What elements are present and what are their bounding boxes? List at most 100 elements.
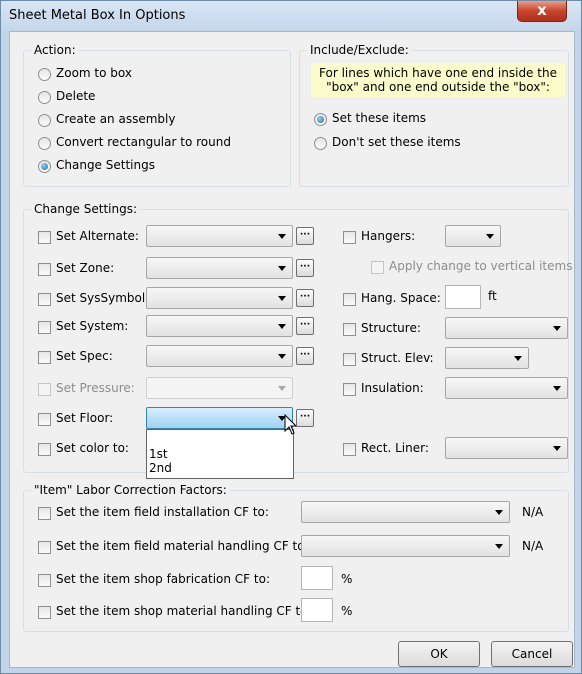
insulation-combo[interactable]: [445, 377, 568, 399]
set-zone-label: Set Zone:: [56, 261, 115, 275]
rect-liner-checkbox[interactable]: [343, 443, 356, 456]
chevron-down-icon: [278, 386, 286, 391]
set-color-checkbox[interactable]: [38, 443, 51, 456]
floor-ellipsis-button[interactable]: ···: [296, 409, 314, 427]
hang-space-label: Hang. Space:: [361, 291, 441, 305]
dont-set-items-label: Don't set these items: [332, 135, 461, 149]
field-material-checkbox[interactable]: [38, 541, 51, 554]
title-bar[interactable]: Sheet Metal Box In Options x: [1, 1, 581, 31]
shop-fabrication-label: Set the item shop fabrication CF to:: [56, 572, 270, 586]
syssymbol-ellipsis-button[interactable]: ···: [296, 289, 314, 307]
chevron-down-icon: [553, 386, 561, 391]
set-color-label: Set color to:: [56, 441, 129, 455]
spec-combo[interactable]: [146, 345, 293, 367]
structure-checkbox[interactable]: [343, 323, 356, 336]
apply-vertical-label: Apply change to vertical items: [389, 259, 573, 273]
field-installation-combo[interactable]: [301, 501, 510, 523]
set-zone-checkbox[interactable]: [38, 263, 51, 276]
pressure-combo: [146, 377, 293, 399]
hangers-label: Hangers:: [361, 229, 416, 243]
chevron-down-icon: [553, 326, 561, 331]
zone-combo[interactable]: [146, 257, 293, 279]
set-syssymbol-label: Set SysSymbol:: [56, 291, 150, 305]
floor-combo[interactable]: [146, 407, 293, 429]
system-ellipsis-button[interactable]: ···: [296, 317, 314, 335]
structure-label: Structure:: [361, 321, 421, 335]
delete-label: Delete: [56, 89, 96, 103]
set-system-label: Set System:: [56, 319, 129, 333]
zoom-radio[interactable]: [38, 68, 51, 81]
insulation-label: Insulation:: [361, 381, 424, 395]
dont-set-items-radio[interactable]: [314, 137, 327, 150]
set-alternate-checkbox[interactable]: [38, 231, 51, 244]
convert-radio[interactable]: [38, 137, 51, 150]
chevron-down-icon: [553, 446, 561, 451]
zone-ellipsis-button[interactable]: ···: [296, 259, 314, 277]
chevron-down-icon: [514, 356, 522, 361]
shop-material-label: Set the item shop material handling CF t…: [56, 604, 312, 618]
assembly-label: Create an assembly: [56, 112, 176, 126]
include-exclude-label: Include/Exclude:: [307, 43, 412, 57]
floor-option-1st[interactable]: 1st: [147, 447, 293, 461]
ok-button[interactable]: OK: [398, 641, 480, 667]
set-pressure-label: Set Pressure:: [56, 381, 135, 395]
floor-option-2nd[interactable]: 2nd: [147, 461, 293, 475]
delete-radio[interactable]: [38, 91, 51, 104]
action-group-label: Action:: [31, 43, 79, 57]
hang-space-input[interactable]: [445, 285, 481, 309]
chevron-down-icon: [495, 544, 503, 549]
set-syssymbol-checkbox[interactable]: [38, 293, 51, 306]
close-button[interactable]: x: [517, 1, 567, 22]
shop-material-input[interactable]: [301, 598, 333, 622]
hangers-combo[interactable]: [445, 225, 501, 247]
alternate-combo[interactable]: [146, 225, 293, 247]
dialog-window: Sheet Metal Box In Options x Action: Zoo…: [0, 0, 582, 674]
insulation-checkbox[interactable]: [343, 383, 356, 396]
set-items-radio[interactable]: [314, 113, 327, 126]
set-spec-checkbox[interactable]: [38, 351, 51, 364]
field-installation-suffix: N/A: [522, 505, 544, 519]
convert-label: Convert rectangular to round: [56, 135, 231, 149]
shop-fabrication-input[interactable]: [301, 566, 333, 590]
labor-group-label: "Item" Labor Correction Factors:: [31, 483, 230, 497]
shop-material-checkbox[interactable]: [38, 606, 51, 619]
cancel-button[interactable]: Cancel: [491, 641, 573, 667]
set-spec-label: Set Spec:: [56, 349, 113, 363]
shop-fabrication-checkbox[interactable]: [38, 574, 51, 587]
apply-vertical-checkbox: [371, 261, 384, 274]
chevron-down-icon: [495, 510, 503, 515]
system-combo[interactable]: [146, 315, 293, 337]
hang-space-unit: ft: [488, 289, 497, 303]
floor-dropdown-list: 1st 2nd: [146, 429, 294, 479]
shop-material-suffix: %: [341, 604, 353, 618]
set-items-label: Set these items: [332, 111, 427, 125]
struct-elev-label: Struct. Elev:: [361, 351, 434, 365]
include-note: For lines which have one end inside the …: [311, 63, 565, 97]
field-material-label: Set the item field material handling CF …: [56, 539, 309, 553]
struct-elev-checkbox[interactable]: [343, 353, 356, 366]
chevron-down-icon: [486, 234, 494, 239]
hangers-checkbox[interactable]: [343, 231, 356, 244]
window-title: Sheet Metal Box In Options: [9, 8, 186, 23]
zoom-label: Zoom to box: [56, 66, 132, 80]
field-installation-label: Set the item field installation CF to:: [56, 505, 269, 519]
alternate-ellipsis-button[interactable]: ···: [296, 227, 314, 245]
chevron-down-icon: [278, 234, 286, 239]
structure-combo[interactable]: [445, 317, 568, 339]
field-material-suffix: N/A: [522, 539, 544, 553]
set-floor-checkbox[interactable]: [38, 413, 51, 426]
chevron-down-icon: [278, 296, 286, 301]
mouse-cursor-icon: [284, 414, 298, 435]
syssymbol-combo[interactable]: [146, 287, 293, 309]
set-system-checkbox[interactable]: [38, 321, 51, 334]
hang-space-checkbox[interactable]: [343, 293, 356, 306]
spec-ellipsis-button[interactable]: ···: [296, 347, 314, 365]
struct-elev-combo[interactable]: [445, 347, 529, 369]
field-material-combo[interactable]: [301, 535, 510, 557]
chevron-down-icon: [278, 266, 286, 271]
rect-liner-combo[interactable]: [445, 437, 568, 459]
change-settings-radio[interactable]: [38, 160, 51, 173]
field-installation-checkbox[interactable]: [38, 507, 51, 520]
assembly-radio[interactable]: [38, 114, 51, 127]
change-settings-label: Change Settings: [56, 158, 155, 172]
